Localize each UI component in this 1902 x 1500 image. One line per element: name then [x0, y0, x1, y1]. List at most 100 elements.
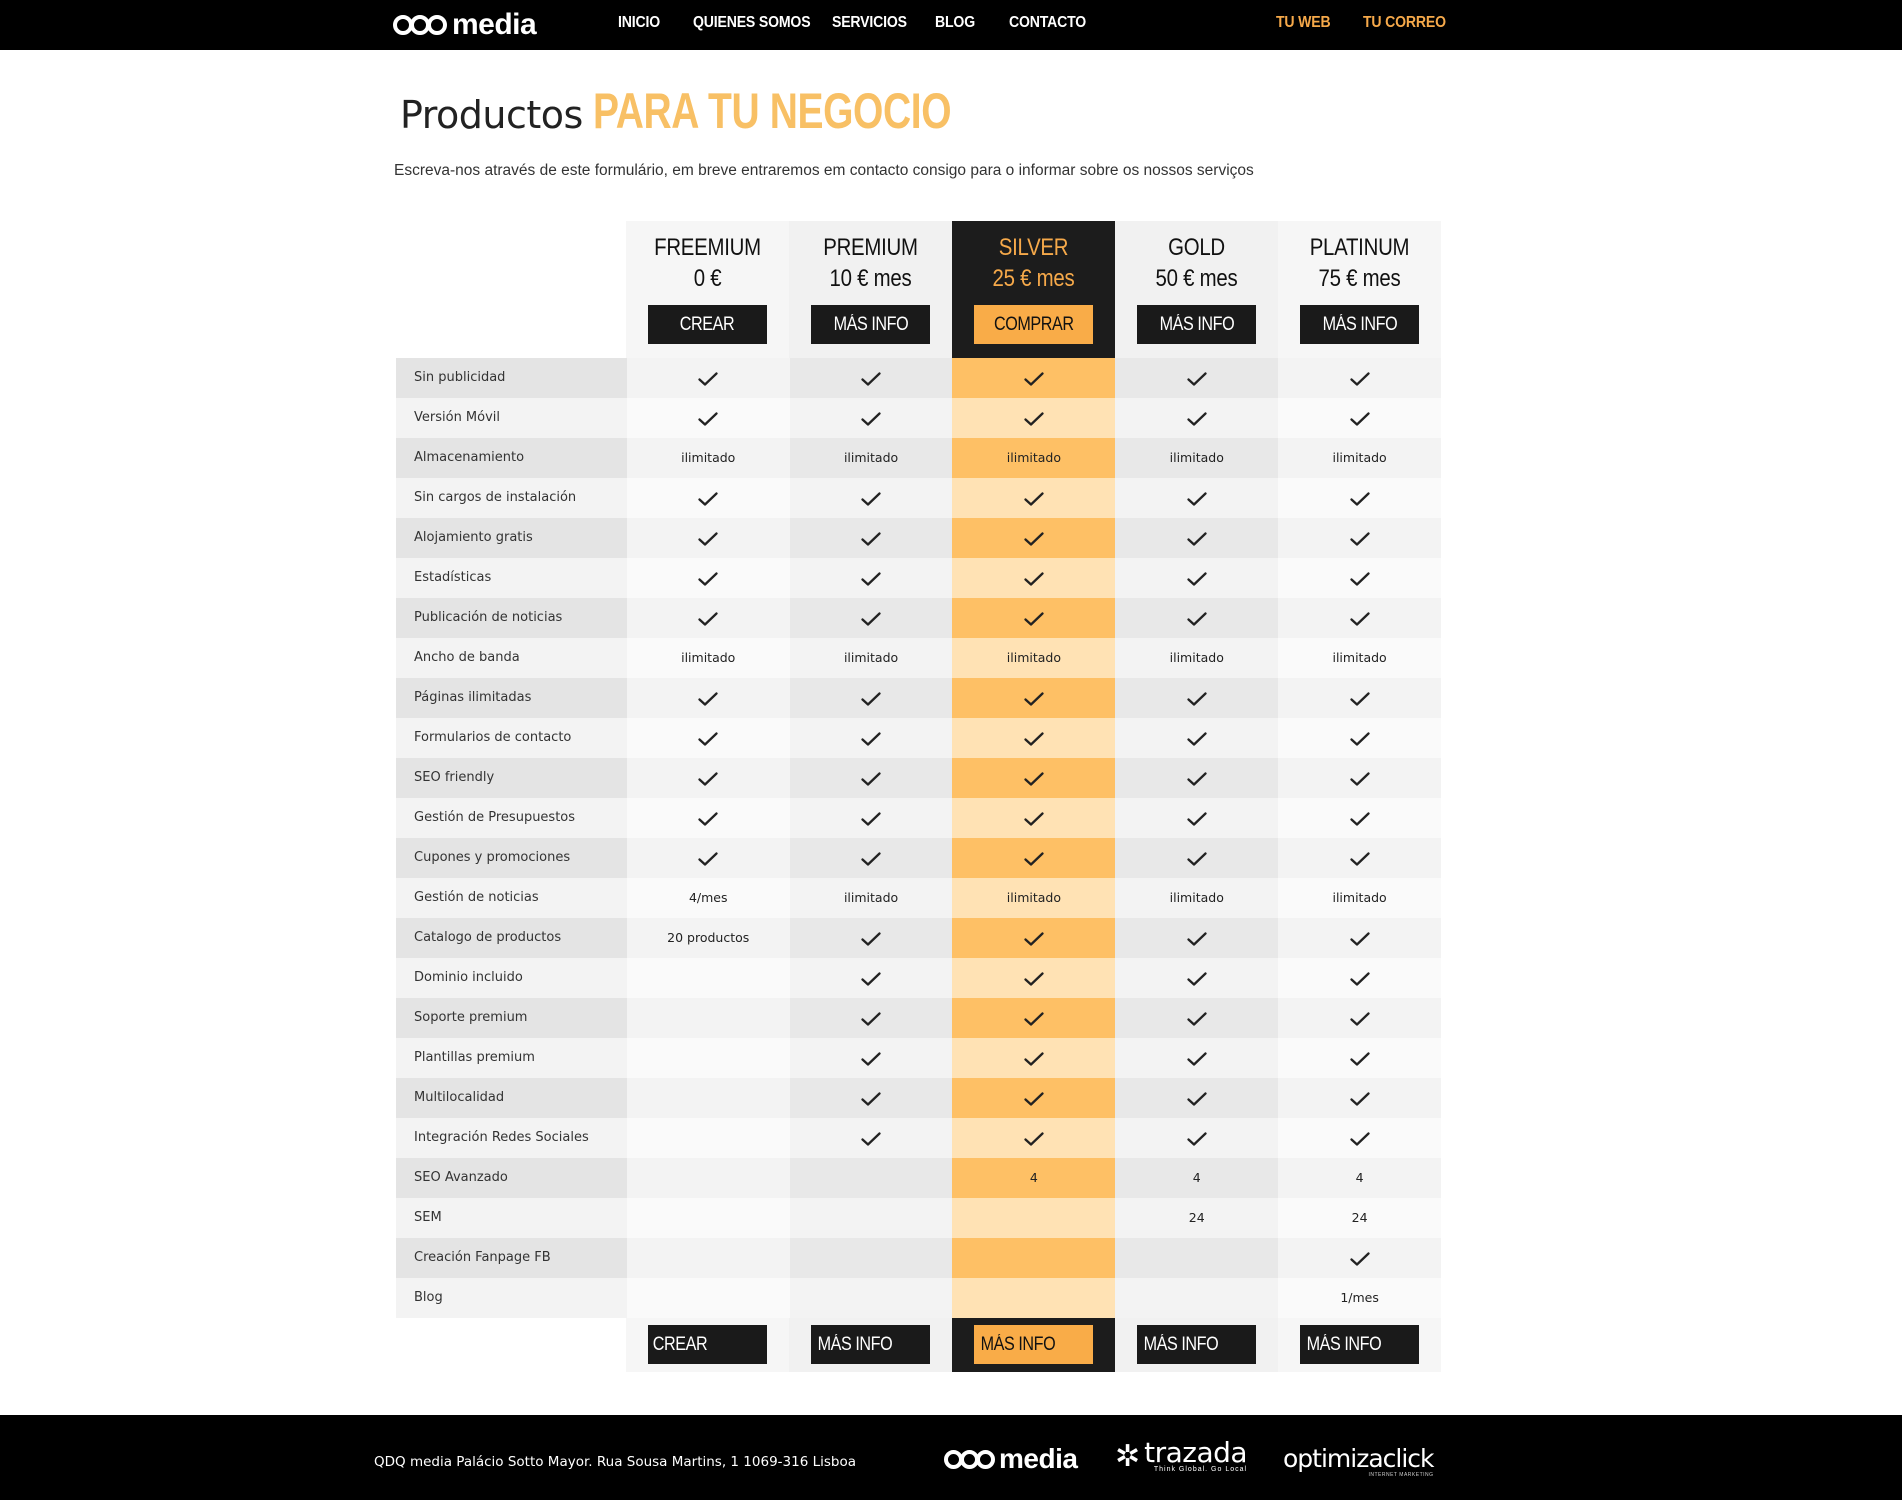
feature-cell	[952, 398, 1116, 438]
plan-premium-footer-button[interactable]: MÁS INFO	[811, 1325, 930, 1364]
feature-label: Integración Redes Sociales	[396, 1118, 627, 1158]
plan-header-premium: PREMIUM 10 € mes MÁS INFO	[789, 221, 952, 358]
feature-cell	[626, 1238, 790, 1278]
feature-cell	[789, 1158, 953, 1198]
footer-qdq-media-logo[interactable]: media	[944, 1443, 1078, 1475]
qdq-media-logo[interactable]: media	[393, 8, 537, 42]
feature-label: Sin cargos de instalación	[396, 478, 627, 518]
check-icon	[861, 1010, 881, 1026]
feature-cell	[626, 798, 790, 838]
trazada-tagline: Think Global. Go Local	[1153, 1466, 1248, 1473]
plan-premium-button[interactable]: MÁS INFO	[811, 305, 930, 344]
check-icon	[1187, 370, 1207, 386]
feature-cell	[789, 1278, 953, 1318]
feature-cell: 24	[1278, 1198, 1442, 1238]
table-row: Sin publicidad	[396, 358, 1442, 398]
table-row: Integración Redes Sociales	[396, 1118, 1442, 1158]
feature-cell	[1115, 678, 1279, 718]
logo-text: media	[452, 8, 537, 41]
plan-price: 50 € mes	[1155, 265, 1238, 292]
footer-optimizaclick-logo[interactable]: optimizaclick INTERNET MARKETING	[1283, 1444, 1435, 1479]
feature-label: Estadísticas	[396, 558, 627, 598]
plan-platinum-footer-button[interactable]: MÁS INFO	[1300, 1325, 1419, 1364]
check-icon	[1024, 770, 1044, 786]
feature-cell	[1115, 558, 1279, 598]
feature-cell	[952, 918, 1116, 958]
feature-cell	[1278, 798, 1442, 838]
plan-gold-footer-button[interactable]: MÁS INFO	[1137, 1325, 1256, 1364]
nav-tu-correo[interactable]: TU CORREO	[1363, 14, 1446, 32]
plan-silver-footer-button[interactable]: MÁS INFO	[974, 1325, 1093, 1364]
plan-name: GOLD	[1168, 234, 1225, 261]
check-icon	[698, 490, 718, 506]
plan-gold-button[interactable]: MÁS INFO	[1137, 305, 1256, 344]
feature-cell: ilimitado	[952, 638, 1116, 678]
feature-cell	[626, 1118, 790, 1158]
plan-button-label: MÁS INFO	[1306, 1334, 1382, 1355]
plan-header-row: FREEMIUM 0 € CREAR PREMIUM 10 € mes MÁS INFO S…	[396, 221, 1441, 358]
check-icon	[1024, 490, 1044, 506]
intro-text: Escreva-nos através de este formulário, …	[394, 162, 1254, 179]
feature-label: Cupones y promociones	[396, 838, 627, 878]
check-icon	[1187, 850, 1207, 866]
check-icon	[861, 410, 881, 426]
check-icon	[1349, 970, 1370, 986]
check-icon	[1187, 570, 1207, 586]
feature-rows: Sin publicidad Versión Móvil Almacenamient…	[396, 358, 1442, 1318]
nav-tu-web[interactable]: TU WEB	[1276, 14, 1331, 32]
check-icon	[1187, 490, 1207, 506]
nav-inicio[interactable]: INICIO	[618, 14, 660, 32]
check-icon	[1024, 1050, 1044, 1066]
table-row: SEM 24 24	[396, 1198, 1442, 1238]
check-icon	[861, 1130, 881, 1146]
plan-button-label: MÁS INFO	[980, 1334, 1056, 1355]
check-icon	[1349, 690, 1370, 706]
feature-cell	[952, 558, 1116, 598]
check-icon	[1187, 410, 1207, 426]
feature-cell	[1278, 678, 1442, 718]
nav-contacto[interactable]: CONTACTO	[1009, 14, 1086, 32]
footer-logo-text: media	[999, 1443, 1078, 1474]
feature-cell	[789, 518, 953, 558]
table-row: Ancho de banda ilimitado ilimitado ilimitad…	[396, 638, 1442, 678]
nav-blog[interactable]: BLOG	[935, 14, 975, 32]
nav-servicios[interactable]: SERVICIOS	[832, 14, 907, 32]
check-icon	[1349, 1010, 1370, 1026]
check-icon	[861, 850, 881, 866]
nav-quienes-somos[interactable]: QUIENES SOMOS	[693, 14, 811, 32]
feature-cell	[789, 1198, 953, 1238]
check-icon	[1187, 730, 1207, 746]
check-icon	[1187, 930, 1207, 946]
plan-button-label: MÁS INFO	[1159, 314, 1234, 335]
feature-label: Plantillas premium	[396, 1038, 627, 1078]
feature-label: Catalogo de productos	[396, 918, 627, 958]
plan-button-label: MÁS INFO	[833, 314, 908, 335]
plan-footer-gold: MÁS INFO	[1115, 1318, 1278, 1372]
check-icon	[861, 530, 881, 546]
check-icon	[1349, 930, 1370, 946]
plan-button-label: MÁS INFO	[1322, 314, 1397, 335]
plan-platinum-button[interactable]: MÁS INFO	[1300, 305, 1419, 344]
feature-cell	[626, 718, 790, 758]
plan-freemium-button[interactable]: CREAR	[648, 305, 767, 344]
optimizaclick-logo-text: optimizaclick	[1283, 1444, 1435, 1473]
check-icon	[1349, 1130, 1370, 1146]
check-icon	[1024, 850, 1044, 866]
feature-cell	[789, 358, 953, 398]
table-row: Alojamiento gratis	[396, 518, 1442, 558]
feature-cell: 24	[1115, 1198, 1279, 1238]
plan-freemium-footer-button[interactable]: CREAR	[648, 1325, 767, 1364]
feature-cell	[952, 1078, 1116, 1118]
check-icon	[861, 570, 881, 586]
footer-trazada-logo[interactable]: ✲ trazada Think Global. Go Local	[1115, 1439, 1248, 1474]
optimizaclick-tagline: INTERNET MARKETING	[1368, 1472, 1434, 1478]
feature-cell	[789, 998, 953, 1038]
feature-cell	[1278, 1238, 1442, 1278]
feature-cell	[1278, 718, 1442, 758]
plan-silver-button[interactable]: COMPRAR	[974, 305, 1093, 344]
table-row: Multilocalidad	[396, 1078, 1442, 1118]
feature-cell: ilimitado	[789, 878, 953, 918]
check-icon	[698, 410, 718, 426]
feature-cell	[1278, 758, 1442, 798]
check-icon	[698, 370, 718, 386]
